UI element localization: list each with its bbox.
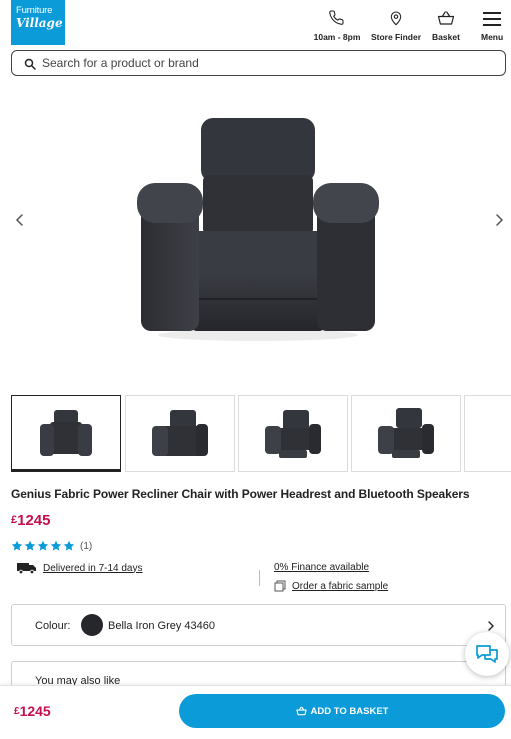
chat-bubbles-icon: [476, 645, 498, 663]
sticky-add-to-basket-bar: £1245 ADD TO BASKET: [0, 685, 511, 739]
live-chat-button[interactable]: [465, 632, 509, 676]
add-to-basket-label: ADD TO BASKET: [310, 705, 389, 717]
basket-button[interactable]: Basket: [428, 10, 464, 42]
sticky-price: £1245: [14, 703, 51, 719]
delivery-link[interactable]: Delivered in 7-14 days: [43, 563, 143, 574]
store-finder-button[interactable]: Store Finder: [369, 10, 423, 42]
review-count: (1): [80, 540, 93, 552]
basket-icon: [437, 11, 455, 25]
chevron-right-icon[interactable]: [492, 213, 506, 227]
store-finder-label: Store Finder: [370, 32, 422, 42]
search-input[interactable]: [42, 54, 482, 72]
fabric-sample-link[interactable]: Order a fabric sample: [292, 581, 388, 592]
sticky-price-value: 1245: [19, 703, 51, 719]
thumbnail-reclined[interactable]: [238, 395, 348, 472]
furniture-village-logo[interactable]: Furniture Village: [11, 0, 65, 45]
logo-line-2: Village: [16, 16, 63, 30]
info-divider: [259, 570, 260, 586]
star-icon: [50, 540, 62, 551]
fabric-sample-info[interactable]: Order a fabric sample: [274, 580, 388, 592]
search-icon[interactable]: [24, 58, 36, 70]
star-icon: [37, 540, 49, 551]
delivery-truck-icon: [17, 563, 36, 574]
star-rating: [11, 540, 75, 552]
thumbnail-image: [152, 410, 208, 456]
phone-hours-label: 10am - 8pm: [313, 32, 361, 42]
phone-icon: [329, 10, 344, 25]
basket-label: Basket: [432, 32, 460, 42]
add-to-basket-button[interactable]: ADD TO BASKET: [179, 694, 505, 728]
map-pin-icon: [390, 11, 402, 26]
star-icon: [24, 540, 36, 551]
finance-info[interactable]: 0% Finance available: [274, 562, 369, 573]
thumbnail-angled[interactable]: [125, 395, 235, 472]
thumbnail-strip: [11, 395, 511, 473]
thumbnail-side[interactable]: [464, 395, 511, 472]
product-main-image: [137, 118, 379, 341]
menu-label: Menu: [481, 32, 504, 42]
colour-value: Bella Iron Grey 43460: [108, 620, 216, 632]
product-title: Genius Fabric Power Recliner Chair with …: [11, 487, 470, 501]
star-icon: [63, 540, 75, 551]
product-rating[interactable]: (1): [11, 539, 92, 553]
basket-icon: [295, 706, 307, 716]
menu-button[interactable]: Menu: [481, 10, 511, 42]
chevron-left-icon[interactable]: [13, 213, 27, 227]
site-header: Furniture Village 10am - 8pm Store Finde…: [0, 0, 511, 48]
fabric-swatch-icon: [274, 580, 286, 592]
product-image-carousel: [0, 95, 511, 355]
star-icon: [11, 540, 23, 551]
product-price: £1245: [11, 512, 51, 529]
phone-hours-button[interactable]: 10am - 8pm: [312, 10, 362, 42]
search-bar: [11, 50, 506, 76]
logo-line-1: Furniture: [16, 5, 53, 16]
price-value: 1245: [17, 512, 51, 529]
thumbnail-reclined-headrest[interactable]: [351, 395, 461, 472]
thumbnail-image: [378, 408, 434, 458]
delivery-info[interactable]: Delivered in 7-14 days: [17, 562, 143, 574]
thumbnail-image: [40, 410, 92, 456]
hamburger-menu-icon: [483, 12, 501, 26]
thumbnail-image: [265, 410, 321, 458]
finance-link[interactable]: 0% Finance available: [274, 562, 369, 573]
chevron-right-icon: [488, 621, 494, 631]
colour-swatch: [81, 614, 103, 636]
colour-label: Colour:: [35, 620, 71, 632]
colour-selector[interactable]: Colour: Bella Iron Grey 43460: [11, 604, 506, 646]
thumbnail-front[interactable]: [11, 395, 121, 472]
